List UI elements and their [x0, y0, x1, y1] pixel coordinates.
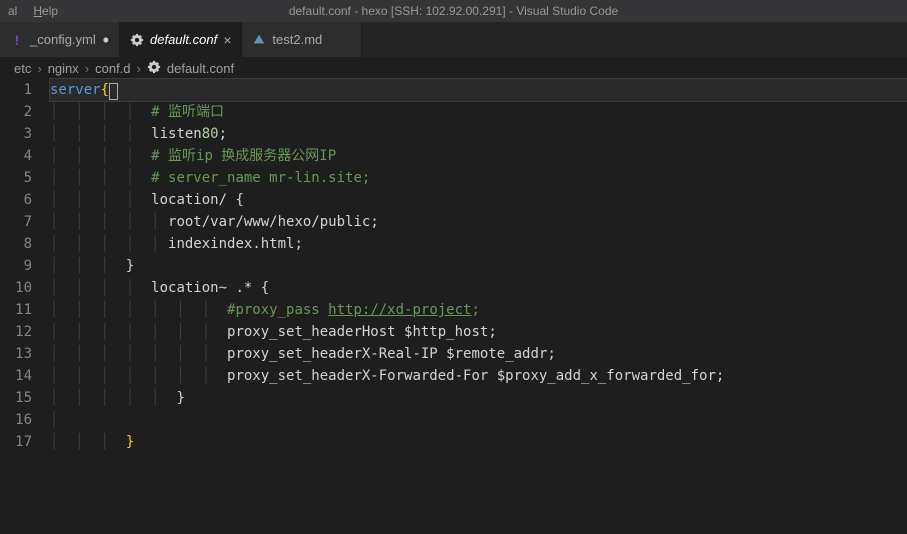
tab-test2-md[interactable]: test2.md	[242, 22, 362, 57]
tab-label: _config.yml	[30, 32, 96, 47]
code-line[interactable]: │ │ │ }	[50, 431, 907, 453]
code-line[interactable]: │ │ │ │ │ │ │ #proxy_pass http://xd-proj…	[50, 299, 907, 321]
editor[interactable]: 1234567891011121314151617 server {│ │ │ …	[0, 79, 907, 453]
line-number: 7	[0, 211, 32, 233]
line-number: 9	[0, 255, 32, 277]
line-number: 8	[0, 233, 32, 255]
tab-config-yml[interactable]: ! _config.yml •	[0, 22, 120, 57]
line-number: 1	[0, 79, 32, 101]
line-number: 11	[0, 299, 32, 321]
menu-item[interactable]: al	[8, 4, 17, 18]
line-number: 15	[0, 387, 32, 409]
code-line[interactable]: │ │ │ │ │ index index.html;	[50, 233, 907, 255]
window-title: default.conf - hexo [SSH: 102.92.00.291]…	[289, 4, 618, 18]
line-number: 12	[0, 321, 32, 343]
tabbar: ! _config.yml • default.conf × test2.md	[0, 22, 907, 57]
chevron-right-icon: ›	[85, 61, 89, 76]
breadcrumb-segment[interactable]: conf.d	[95, 61, 130, 76]
line-number: 6	[0, 189, 32, 211]
breadcrumb-segment[interactable]: default.conf	[167, 61, 234, 76]
line-number: 4	[0, 145, 32, 167]
code-line[interactable]: │ │ │ }	[50, 255, 907, 277]
line-number: 10	[0, 277, 32, 299]
code-line[interactable]: │ │ │ │ listen 80;	[50, 123, 907, 145]
code-line[interactable]: │	[50, 409, 907, 431]
code-line[interactable]: │ │ │ │ location ~ .* {	[50, 277, 907, 299]
titlebar: al Help default.conf - hexo [SSH: 102.92…	[0, 0, 907, 22]
gear-icon	[147, 60, 161, 77]
line-number: 16	[0, 409, 32, 431]
code-line[interactable]: │ │ │ │ # server_name mr-lin.site;	[50, 167, 907, 189]
line-number: 5	[0, 167, 32, 189]
menu-item-help[interactable]: Help	[33, 4, 58, 18]
breadcrumb[interactable]: etc › nginx › conf.d › default.conf	[0, 57, 907, 79]
line-number: 3	[0, 123, 32, 145]
breadcrumb-segment[interactable]: etc	[14, 61, 31, 76]
tab-label: default.conf	[150, 32, 217, 47]
tab-default-conf[interactable]: default.conf ×	[120, 22, 242, 57]
yaml-icon: !	[10, 32, 24, 48]
chevron-right-icon: ›	[37, 61, 41, 76]
line-number: 13	[0, 343, 32, 365]
code-line[interactable]: │ │ │ │ location / {	[50, 189, 907, 211]
tab-label: test2.md	[272, 32, 322, 47]
chevron-right-icon: ›	[137, 61, 141, 76]
line-number: 14	[0, 365, 32, 387]
line-number: 17	[0, 431, 32, 453]
markdown-icon	[252, 33, 266, 47]
close-icon[interactable]: ×	[223, 32, 231, 48]
code-line[interactable]: │ │ │ │ │ │ │ proxy_set_header X-Forward…	[50, 365, 907, 387]
breadcrumb-segment[interactable]: nginx	[48, 61, 79, 76]
code-line[interactable]: │ │ │ │ │ │ │ proxy_set_header Host $htt…	[50, 321, 907, 343]
code-line[interactable]: server {	[50, 79, 907, 101]
code-line[interactable]: │ │ │ │ │ root /var/www/hexo/public;	[50, 211, 907, 233]
code-line[interactable]: │ │ │ │ │ }	[50, 387, 907, 409]
code-area[interactable]: server {│ │ │ │ # 监听端口│ │ │ │ listen 80;…	[50, 79, 907, 453]
line-number: 2	[0, 101, 32, 123]
code-line[interactable]: │ │ │ │ │ │ │ proxy_set_header X-Real-IP…	[50, 343, 907, 365]
line-number-gutter: 1234567891011121314151617	[0, 79, 50, 453]
code-line[interactable]: │ │ │ │ # 监听ip 换成服务器公网IP	[50, 145, 907, 167]
code-line[interactable]: │ │ │ │ # 监听端口	[50, 101, 907, 123]
gear-icon	[130, 33, 144, 47]
